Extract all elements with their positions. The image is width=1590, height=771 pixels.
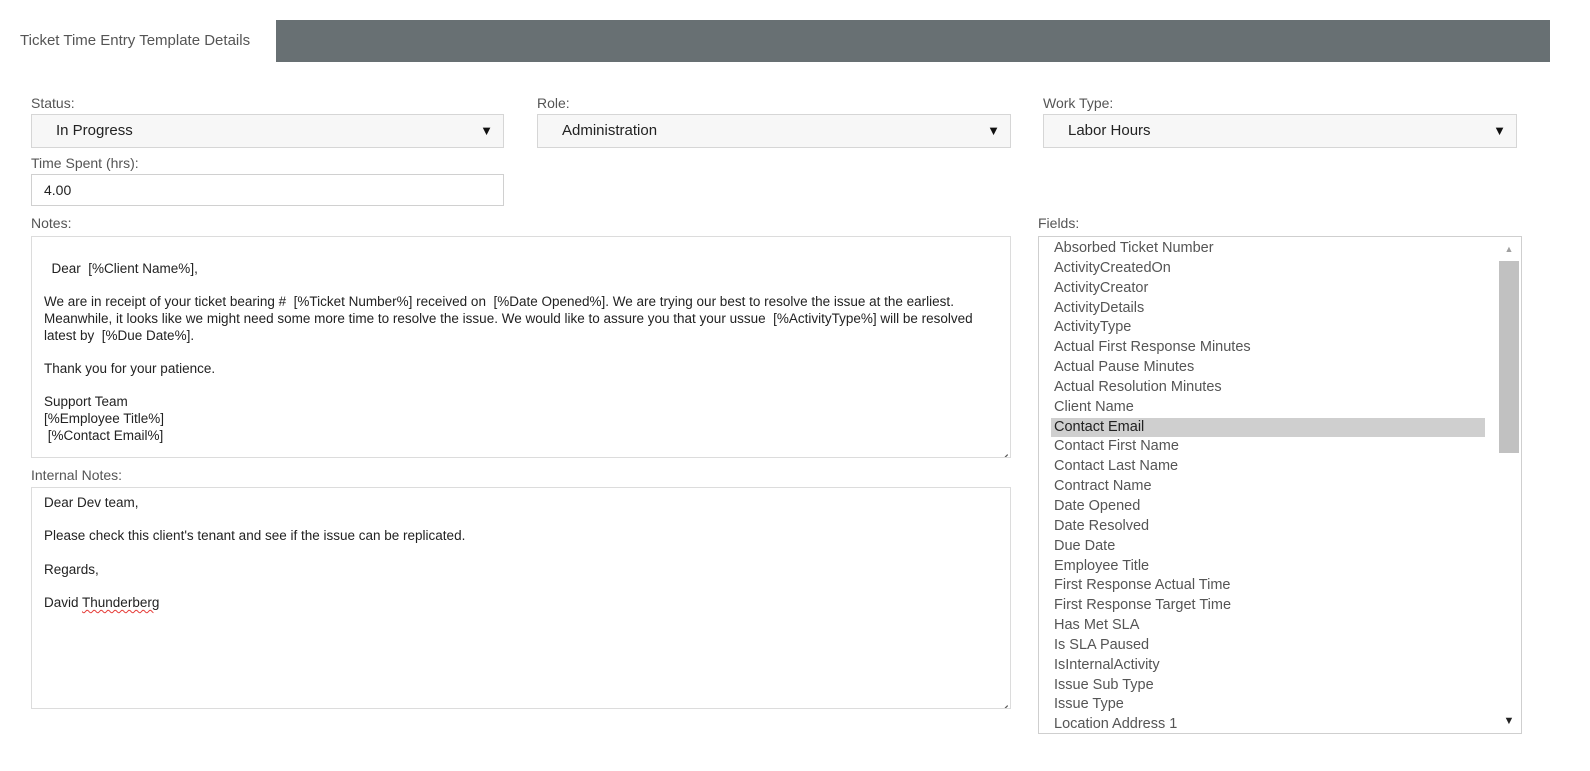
fields-list-item[interactable]: Contract Name — [1051, 477, 1485, 497]
fields-list-item[interactable]: IsInternalActivity — [1051, 656, 1485, 676]
fields-list-item[interactable]: Contact Email — [1051, 417, 1485, 438]
signature-last-name: Thunderberg — [82, 595, 160, 611]
scroll-up-arrow-icon[interactable]: ▲ — [1497, 239, 1521, 259]
scrollbar[interactable]: ▲ ▼ — [1497, 237, 1521, 733]
fields-list-item[interactable]: Issue Sub Type — [1051, 676, 1485, 696]
status-label: Status: — [31, 95, 75, 111]
status-select[interactable]: In Progress ▼ — [31, 114, 504, 148]
scrollbar-thumb[interactable] — [1499, 261, 1519, 453]
tab-ticket-time-entry-template-details[interactable]: Ticket Time Entry Template Details — [0, 20, 276, 62]
fields-list-item[interactable]: Issue Type — [1051, 695, 1485, 715]
internal-notes-signature: David Thunderberg — [44, 595, 998, 612]
work-type-select[interactable]: Labor Hours ▼ — [1043, 114, 1517, 148]
internal-notes-label: Internal Notes: — [31, 467, 123, 483]
fields-list: Absorbed Ticket Number ActivityCreatedOn A… — [1051, 239, 1485, 733]
fields-label: Fields: — [1038, 215, 1080, 231]
fields-list-item[interactable]: Contact Last Name — [1051, 457, 1485, 477]
internal-notes-body: Please check this client's tenant and se… — [44, 528, 466, 544]
fields-list-item[interactable]: Date Resolved — [1051, 517, 1485, 537]
fields-list-item[interactable]: ActivityType — [1051, 318, 1485, 338]
fields-list-item[interactable]: Has Met SLA — [1051, 616, 1485, 636]
work-type-select-value: Labor Hours — [1068, 122, 1151, 139]
fields-list-item[interactable]: First Response Actual Time — [1051, 576, 1485, 596]
time-spent-input[interactable]: 4.00 — [31, 174, 504, 206]
work-type-label: Work Type: — [1043, 95, 1114, 111]
internal-notes-closing: Regards, — [44, 561, 99, 577]
resize-handle-icon[interactable] — [996, 443, 1008, 455]
tab-strip — [276, 20, 1550, 62]
fields-list-item[interactable]: Contact First Name — [1051, 437, 1485, 457]
status-select-value: In Progress — [56, 122, 133, 139]
internal-notes-textarea[interactable]: Dear Dev team, Please check this client'… — [31, 487, 1011, 709]
fields-list-item[interactable]: Absorbed Ticket Number — [1051, 239, 1485, 259]
chevron-down-icon: ▼ — [987, 123, 1000, 138]
role-select-value: Administration — [562, 122, 658, 139]
fields-list-item[interactable]: ActivityCreatedOn — [1051, 259, 1485, 279]
tab-bar: Ticket Time Entry Template Details — [0, 20, 1550, 62]
signature-first-name: David — [44, 595, 83, 611]
time-spent-label: Time Spent (hrs): — [31, 155, 139, 171]
fields-list-item[interactable]: Location Address 1 — [1051, 715, 1485, 733]
fields-list-item[interactable]: Is SLA Paused — [1051, 636, 1485, 656]
fields-list-item[interactable]: Date Opened — [1051, 497, 1485, 517]
fields-list-item[interactable]: Due Date — [1051, 537, 1485, 557]
role-select[interactable]: Administration ▼ — [537, 114, 1011, 148]
fields-list-item[interactable]: Client Name — [1051, 398, 1485, 418]
notes-label: Notes: — [31, 215, 72, 231]
fields-list-item[interactable]: ActivityDetails — [1051, 299, 1485, 319]
notes-textarea[interactable]: Dear [%Client Name%], We are in receipt … — [31, 236, 1011, 458]
fields-list-item[interactable]: Actual Resolution Minutes — [1051, 378, 1485, 398]
fields-list-item[interactable]: Employee Title — [1051, 557, 1485, 577]
role-label: Role: — [537, 95, 570, 111]
internal-notes-greeting: Dear Dev team, — [44, 495, 139, 510]
scroll-down-arrow-icon[interactable]: ▼ — [1497, 711, 1521, 731]
fields-list-item[interactable]: First Response Target Time — [1051, 596, 1485, 616]
chevron-down-icon: ▼ — [1493, 123, 1506, 138]
fields-list-item[interactable]: Actual Pause Minutes — [1051, 358, 1485, 378]
resize-handle-icon[interactable] — [996, 694, 1008, 706]
fields-listbox[interactable]: Absorbed Ticket Number ActivityCreatedOn A… — [1038, 236, 1522, 734]
fields-list-item[interactable]: ActivityCreator — [1051, 279, 1485, 299]
notes-text: Dear [%Client Name%], We are in receipt … — [44, 260, 973, 443]
fields-list-item[interactable]: Actual First Response Minutes — [1051, 338, 1485, 358]
chevron-down-icon: ▼ — [480, 123, 493, 138]
